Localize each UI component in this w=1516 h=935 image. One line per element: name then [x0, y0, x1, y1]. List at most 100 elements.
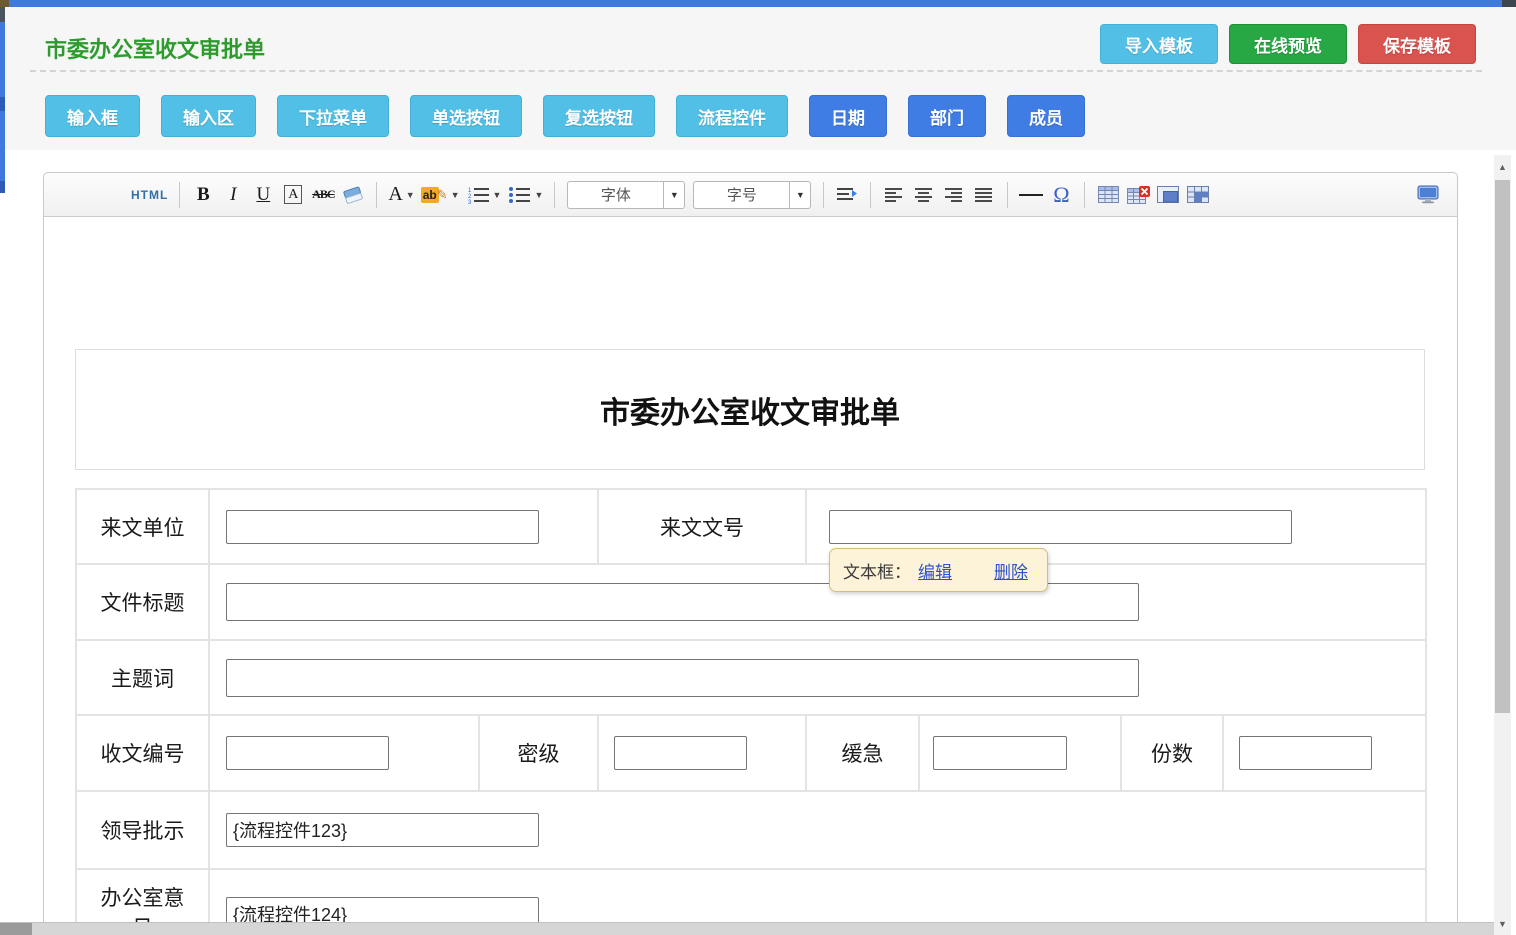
vertical-scrollbar-thumb[interactable]: [1495, 180, 1510, 713]
app-window: 市委办公室收文审批单 导入模板 在线预览 保存模板 输入框 输入区 下拉菜单 单…: [0, 0, 1516, 935]
field-controls-row: 输入框 输入区 下拉菜单 单选按钮 复选按钮 流程控件 日期 部门 成员: [45, 95, 1085, 137]
toolbar-separator: [179, 182, 180, 208]
ordered-list-button[interactable]: 1 2 3 ▼: [466, 180, 502, 210]
unordered-list-button[interactable]: ▼: [507, 180, 543, 210]
control-member-button[interactable]: 成员: [1007, 95, 1085, 137]
left-edge-tail: [0, 181, 5, 193]
control-dropdown-button[interactable]: 下拉菜单: [277, 95, 389, 137]
urgency-cell: [919, 715, 1121, 791]
scroll-down-arrow-icon[interactable]: ▼: [1494, 915, 1511, 932]
left-edge-tick: [0, 97, 5, 111]
leader-comment-cell: [209, 791, 1426, 869]
table-row: 领导批示: [76, 791, 1426, 869]
justify-button[interactable]: [972, 180, 996, 210]
dashed-separator: [30, 70, 1482, 72]
align-left-button[interactable]: [882, 180, 906, 210]
form-title: 市委办公室收文审批单: [600, 388, 900, 432]
tooltip-edit-link[interactable]: 编辑: [918, 558, 952, 583]
table-row: 来文单位 来文文号: [76, 489, 1426, 564]
left-edge-fragment: [0, 7, 5, 193]
security-level-input[interactable]: [614, 736, 747, 770]
toolbar-separator: [554, 182, 555, 208]
toolbar-separator: [1007, 182, 1008, 208]
textbox-tooltip: 文本框： 编辑 删除: [829, 548, 1048, 592]
delete-table-button[interactable]: [1126, 180, 1150, 210]
align-center-button[interactable]: [912, 180, 936, 210]
fullscreen-button[interactable]: [1416, 180, 1440, 210]
control-input-box-button[interactable]: 输入框: [45, 95, 140, 137]
table-row: 文件标题: [76, 564, 1426, 640]
control-department-button[interactable]: 部门: [908, 95, 986, 137]
scroll-up-arrow-icon[interactable]: ▲: [1494, 158, 1511, 175]
receipt-number-input[interactable]: [226, 736, 389, 770]
justify-icon: [975, 187, 993, 203]
html-source-button[interactable]: HTML: [131, 180, 168, 210]
font-size-select[interactable]: 字号 ▼: [693, 181, 811, 209]
control-checkbox-button[interactable]: 复选按钮: [543, 95, 655, 137]
subject-words-cell: [209, 640, 1426, 715]
indent-button[interactable]: [835, 180, 859, 210]
urgency-input[interactable]: [933, 736, 1067, 770]
leader-comment-control[interactable]: [226, 813, 539, 847]
cell-properties-button[interactable]: [1186, 180, 1210, 210]
indent-icon: [836, 186, 858, 204]
align-center-icon: [915, 187, 933, 203]
editor-toolbar: HTML B I U A ABC: [44, 173, 1457, 217]
special-char-button[interactable]: Ω: [1049, 180, 1073, 210]
insert-table-button[interactable]: [1096, 180, 1120, 210]
horizontal-scrollbar-thumb[interactable]: [0, 923, 32, 935]
top-edge-left-fragment: [0, 0, 9, 7]
editor-document[interactable]: 市委办公室收文审批单 来文单位 来文文号: [44, 217, 1457, 935]
receipt-number-cell: [209, 715, 479, 791]
italic-button[interactable]: I: [221, 180, 245, 210]
horizontal-scrollbar[interactable]: [0, 922, 1494, 935]
control-radio-button[interactable]: 单选按钮: [410, 95, 522, 137]
form-title-block: 市委办公室收文审批单: [75, 349, 1425, 470]
toolbar-separator: [376, 182, 377, 208]
tooltip-label: 文本框：: [843, 558, 911, 583]
copies-input[interactable]: [1239, 736, 1372, 770]
control-date-button[interactable]: 日期: [809, 95, 887, 137]
eraser-icon: [341, 185, 365, 205]
svg-text:3: 3: [468, 200, 472, 205]
left-edge-cap: [0, 7, 5, 22]
import-template-button[interactable]: 导入模板: [1100, 24, 1218, 64]
underline-button[interactable]: U: [251, 180, 275, 210]
strikethrough-button[interactable]: ABC: [311, 180, 335, 210]
chevron-down-icon: ▼: [493, 190, 502, 200]
security-level-cell: [598, 715, 806, 791]
align-right-button[interactable]: [942, 180, 966, 210]
tooltip-delete-link[interactable]: 删除: [994, 558, 1028, 583]
source-unit-input[interactable]: [226, 510, 539, 544]
unordered-list-icon: [507, 185, 531, 205]
doc-title-cell: [209, 564, 1426, 640]
vertical-scrollbar[interactable]: ▲ ▼: [1494, 155, 1511, 935]
save-template-button[interactable]: 保存模板: [1358, 24, 1476, 64]
font-family-select[interactable]: 字体 ▼: [567, 181, 685, 209]
online-preview-button[interactable]: 在线预览: [1229, 24, 1347, 64]
bold-button[interactable]: B: [191, 180, 215, 210]
remove-format-button[interactable]: [341, 180, 365, 210]
leader-comment-label: 领导批示: [76, 791, 209, 869]
highlight-button[interactable]: ab ✎ ▼: [421, 180, 460, 210]
subject-words-input[interactable]: [226, 659, 1139, 697]
insert-table-icon: [1098, 186, 1119, 203]
font-color-button[interactable]: A ▼: [388, 180, 414, 210]
control-textarea-button[interactable]: 输入区: [161, 95, 256, 137]
doc-number-label: 来文文号: [598, 489, 806, 564]
font-color-a-icon: A: [388, 183, 402, 206]
copies-label: 份数: [1121, 715, 1223, 791]
toolbar-separator: [1084, 182, 1085, 208]
bordered-text-button[interactable]: A: [281, 180, 305, 210]
source-unit-label: 来文单位: [76, 489, 209, 564]
browser-top-edge: [0, 0, 1516, 7]
horizontal-rule-icon: [1019, 194, 1043, 196]
control-flow-widget-button[interactable]: 流程控件: [676, 95, 788, 137]
doc-number-input[interactable]: [829, 510, 1292, 544]
font-size-value: 字号: [694, 182, 789, 208]
chevron-down-icon: ▼: [789, 182, 810, 208]
header-actions: 导入模板 在线预览 保存模板: [1100, 24, 1476, 64]
receipt-number-label: 收文编号: [76, 715, 209, 791]
table-properties-button[interactable]: [1156, 180, 1180, 210]
horizontal-rule-button[interactable]: [1019, 180, 1043, 210]
